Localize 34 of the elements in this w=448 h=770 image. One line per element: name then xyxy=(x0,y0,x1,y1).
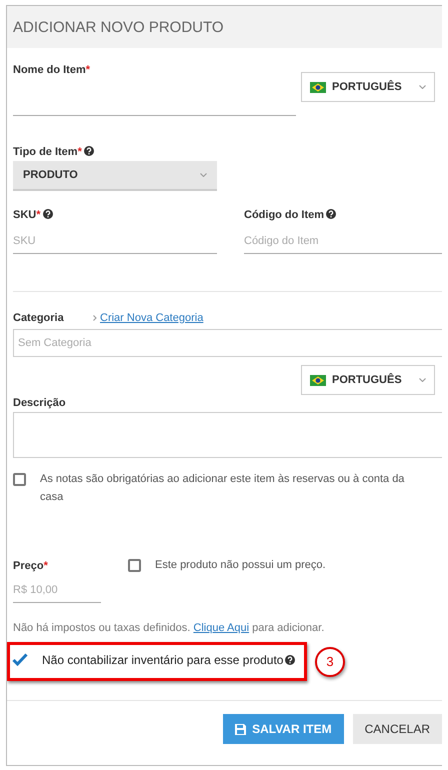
caret-icon xyxy=(200,173,207,177)
field-label: Código do Item xyxy=(244,209,442,221)
field-label: SKU* xyxy=(13,209,217,221)
checkbox[interactable] xyxy=(13,473,26,486)
caret-icon xyxy=(419,378,426,382)
field-label: Descrição xyxy=(13,397,66,409)
field-label: Tipo de Item* xyxy=(13,146,94,158)
caret-icon xyxy=(419,85,426,89)
field-label: Categoria xyxy=(13,312,65,324)
cancel-button[interactable]: CANCELAR xyxy=(352,714,442,744)
chevron-icon xyxy=(93,315,97,321)
input-field[interactable]: Código do Item xyxy=(244,229,442,254)
checkbox-label: Não contabilizar inventário para esse produto xyxy=(42,651,296,669)
step-number: 3 xyxy=(315,646,345,676)
type-select[interactable]: PRODUTO xyxy=(13,161,217,191)
field-label: Preço* xyxy=(13,560,49,572)
flag-icon xyxy=(310,374,326,386)
category-select[interactable]: Sem Categoria xyxy=(13,329,442,357)
input-field[interactable]: SKU xyxy=(13,229,217,254)
taxes-note: Não há impostos ou taxas definidos. Clique Aqui para adicionar. xyxy=(13,622,326,634)
checkbox-label: As notas são obrigatórias ao adicionar este item às reservas ou à conta da casa xyxy=(40,472,406,505)
field-label: Nome do Item* xyxy=(13,64,92,76)
checkbox[interactable] xyxy=(128,559,141,572)
flag-icon xyxy=(310,82,326,92)
language-select[interactable]: PORTUGUÊS xyxy=(301,365,435,395)
add-taxes-link[interactable]: Clique Aqui xyxy=(193,622,250,634)
save-icon xyxy=(235,724,246,734)
price-field[interactable]: R$ 10,00 xyxy=(13,578,101,603)
checkbox-checked[interactable] xyxy=(12,653,28,666)
checkbox-label: Este produto não possui um preço. xyxy=(155,558,326,573)
dialog-title: ADICIONAR NOVO PRODUTO xyxy=(13,18,224,36)
description-field[interactable] xyxy=(13,412,442,458)
language-select[interactable]: PORTUGUÊS xyxy=(301,72,435,102)
create-category-link[interactable]: Criar Nova Categoria xyxy=(100,312,204,324)
